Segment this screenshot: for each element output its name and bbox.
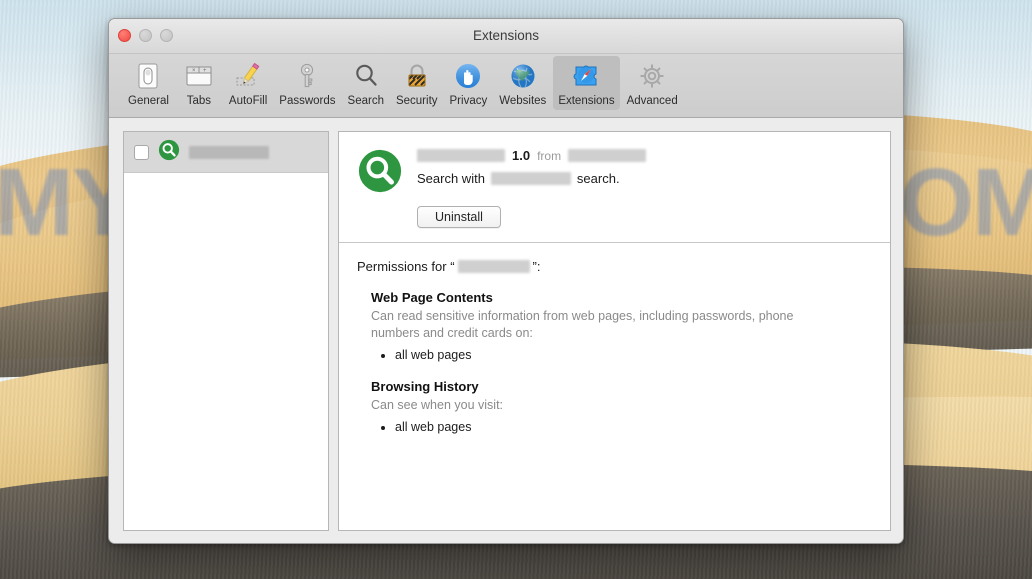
toolbar-item-general[interactable]: General (123, 56, 174, 110)
general-icon (130, 58, 166, 94)
toolbar-item-tabs[interactable]: × + Tabs (176, 56, 222, 110)
extension-description: Search with search. (417, 171, 646, 186)
toolbar-item-passwords[interactable]: Passwords (274, 56, 340, 110)
green-magnifier-icon (357, 148, 403, 228)
extensions-list[interactable] (123, 131, 329, 531)
description-suffix: search. (576, 171, 620, 186)
window-titlebar: Extensions (109, 19, 903, 54)
toolbar-item-autofill[interactable]: AutoFill (224, 56, 272, 110)
extension-enable-checkbox[interactable] (134, 144, 149, 160)
toolbar-label-security: Security (395, 95, 438, 107)
permissions-heading: Permissions for “ ”: (357, 259, 872, 274)
permission-group-title: Web Page Contents (371, 290, 493, 305)
extension-title-line: 1.0 from (417, 148, 647, 163)
extension-header: 1.0 from Search with search. Uninstall (339, 132, 890, 243)
description-prefix: Search with (417, 171, 485, 186)
list-item: all web pages (395, 345, 872, 365)
permissions-section: Permissions for “ ”: Web Page Contents C… (339, 243, 890, 461)
permission-group-items: all web pages (395, 345, 872, 365)
svg-text:×: × (192, 68, 196, 74)
privacy-icon (450, 58, 486, 94)
toolbar-item-search[interactable]: Search (343, 56, 389, 110)
search-icon (348, 58, 384, 94)
permission-group-text: Can see when you visit: (371, 397, 504, 412)
toolbar-label-extensions: Extensions (558, 95, 615, 107)
toolbar-item-security[interactable]: Security (391, 56, 443, 110)
preferences-content: 1.0 from Search with search. Uninstall P… (109, 118, 903, 543)
tabs-icon: × + (181, 58, 217, 94)
toolbar-label-passwords: Passwords (279, 95, 336, 107)
safari-preferences-window: Extensions General × + Tabs AutoFill Pas… (108, 18, 904, 544)
toolbar-label-privacy: Privacy (449, 95, 488, 107)
advanced-icon (634, 58, 670, 94)
toolbar-label-advanced: Advanced (626, 95, 678, 107)
permission-group-text: Can read sensitive information from web … (371, 309, 794, 340)
permission-group-browsing-history: Browsing History Can see when you visit:… (371, 379, 872, 437)
toolbar-label-tabs: Tabs (186, 95, 212, 107)
list-item: all web pages (395, 417, 872, 437)
extension-version: 1.0 (512, 148, 531, 163)
green-magnifier-icon (158, 139, 180, 166)
permission-group-items: all web pages (395, 417, 872, 437)
security-icon (399, 58, 435, 94)
toolbar-label-autofill: AutoFill (228, 95, 268, 107)
description-name-redacted (490, 172, 571, 185)
permissions-name-redacted (457, 260, 530, 273)
passwords-icon (289, 58, 325, 94)
window-title: Extensions (472, 28, 540, 43)
extension-detail-panel: 1.0 from Search with search. Uninstall P… (338, 131, 891, 531)
svg-text:+: + (203, 68, 207, 74)
permission-group-title: Browsing History (371, 378, 479, 394)
extension-name-redacted (189, 145, 269, 159)
toolbar-item-extensions[interactable]: Extensions (553, 56, 620, 110)
permissions-prefix: Permissions for “ (357, 259, 455, 274)
from-label: from (537, 148, 562, 163)
toolbar-item-websites[interactable]: Websites (494, 56, 551, 110)
extensions-icon (568, 58, 604, 94)
uninstall-button[interactable]: Uninstall (417, 206, 501, 228)
permissions-suffix: ”: (532, 259, 541, 274)
permission-group-web-page-contents: Web Page Contents Can read sensitive inf… (371, 290, 872, 365)
list-item[interactable] (124, 132, 328, 173)
extension-header-text: 1.0 from Search with search. Uninstall (417, 148, 647, 228)
extension-name-redacted (417, 149, 505, 162)
websites-icon (505, 58, 541, 94)
toolbar-item-advanced[interactable]: Advanced (622, 56, 683, 110)
toolbar-label-search: Search (347, 95, 384, 107)
toolbar-label-websites: Websites (499, 95, 547, 107)
toolbar-item-privacy[interactable]: Privacy (445, 56, 493, 110)
extension-vendor-redacted (568, 149, 647, 162)
preferences-toolbar: General × + Tabs AutoFill Passwords Sear… (109, 54, 903, 118)
desktop-background: MYANTISPYWARE.COM Extensions (0, 0, 1032, 579)
autofill-icon (230, 58, 266, 94)
toolbar-label-general: General (128, 95, 169, 107)
